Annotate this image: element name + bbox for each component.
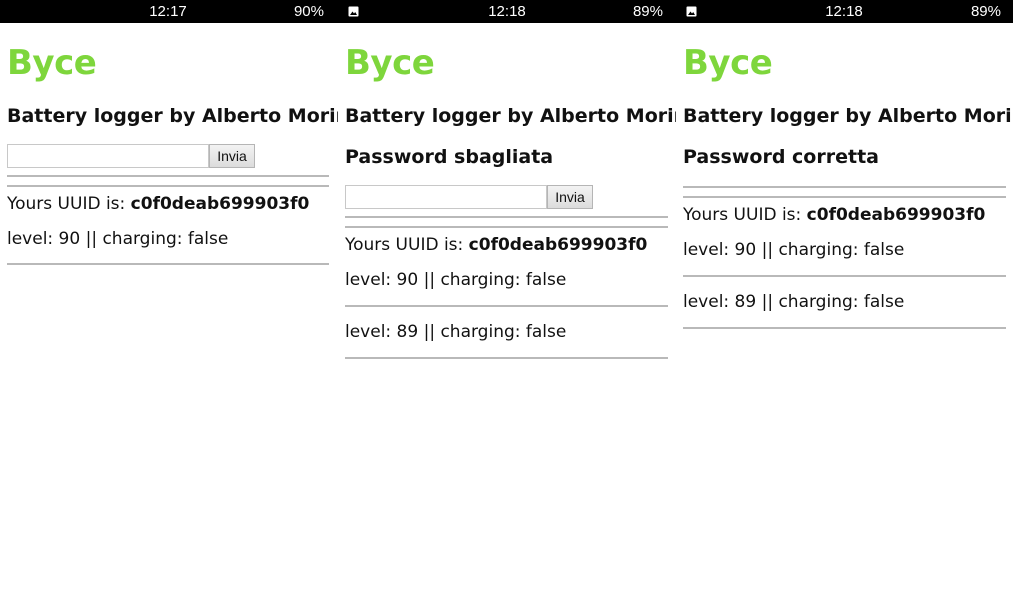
status-time: 12:18: [825, 3, 863, 20]
password-form: Invia: [7, 144, 255, 168]
uuid-value: c0f0deab699903f0: [468, 235, 648, 255]
uuid-label: Yours UUID is:: [345, 235, 469, 255]
uuid-line: Yours UUID is: c0f0deab699903f0: [683, 204, 985, 226]
status-bar: 12:18 89%: [676, 0, 1013, 23]
divider: [345, 357, 668, 359]
uuid-line: Yours UUID is: c0f0deab699903f0: [7, 193, 309, 215]
phone-screen-2: 12:18 89% Byce Battery logger by Alberto…: [338, 0, 676, 600]
log-entry: level: 90 || charging: false: [683, 240, 905, 260]
status-bar: 12:18 89%: [338, 0, 676, 23]
uuid-value: c0f0deab699903f0: [806, 205, 986, 225]
password-message: Password sbagliata: [345, 146, 554, 168]
uuid-line: Yours UUID is: c0f0deab699903f0: [345, 234, 647, 256]
log-entry: level: 90 || charging: false: [7, 229, 229, 249]
divider: [7, 263, 329, 265]
status-battery: 89%: [632, 3, 663, 20]
phone-screen-3: 12:18 89% Byce Battery logger by Alberto…: [676, 0, 1013, 600]
divider: [345, 305, 668, 307]
app-title: Byce: [683, 43, 773, 83]
log-entry: level: 89 || charging: false: [683, 292, 905, 312]
password-input[interactable]: [7, 144, 209, 168]
divider: [683, 275, 1006, 277]
divider: [7, 185, 329, 187]
uuid-value: c0f0deab699903f0: [130, 194, 310, 214]
app-title: Byce: [7, 43, 97, 83]
status-time: 12:17: [149, 3, 187, 20]
log-entry: level: 89 || charging: false: [345, 322, 567, 342]
image-icon: [686, 6, 697, 17]
page-subtitle: Battery logger by Alberto Morini: [683, 105, 1013, 127]
password-message: Password corretta: [683, 146, 879, 168]
status-bar: 12:17 90%: [0, 0, 338, 23]
submit-button[interactable]: Invia: [547, 185, 593, 209]
divider: [683, 186, 1006, 188]
status-battery: 89%: [970, 3, 1001, 20]
status-battery: 90%: [293, 3, 324, 20]
password-form: Invia: [345, 185, 593, 209]
page-subtitle: Battery logger by Alberto Morini: [7, 105, 338, 127]
divider: [345, 226, 668, 228]
divider: [683, 196, 1006, 198]
image-icon: [348, 6, 359, 17]
submit-button[interactable]: Invia: [209, 144, 255, 168]
divider: [345, 216, 668, 218]
phone-screen-1: 12:17 90% Byce Battery logger by Alberto…: [0, 0, 338, 600]
divider: [683, 327, 1006, 329]
uuid-label: Yours UUID is:: [7, 194, 131, 214]
password-input[interactable]: [345, 185, 547, 209]
app-title: Byce: [345, 43, 435, 83]
page-subtitle: Battery logger by Alberto Morini: [345, 105, 676, 127]
status-time: 12:18: [488, 3, 526, 20]
log-entry: level: 90 || charging: false: [345, 270, 567, 290]
uuid-label: Yours UUID is:: [683, 205, 807, 225]
divider: [7, 175, 329, 177]
